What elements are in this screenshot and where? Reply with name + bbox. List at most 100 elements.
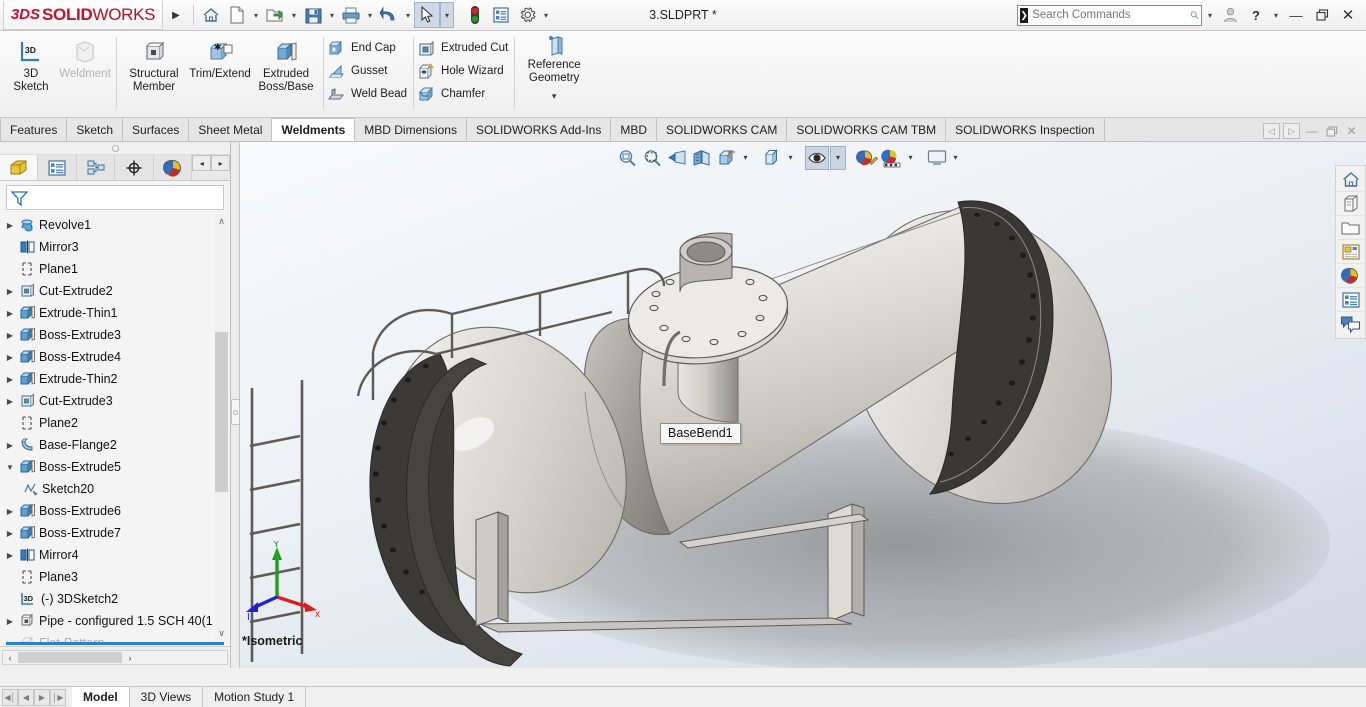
expand-arrow-icon[interactable]: ▶ xyxy=(4,331,16,340)
feature-tree[interactable]: ▶ Revolve1 Mirror3 Plane1 ▶ Cut-Extrude2… xyxy=(0,212,230,642)
expand-arrow-icon[interactable]: ▶ xyxy=(4,529,16,538)
options-button[interactable] xyxy=(514,2,540,28)
view-palette-button[interactable] xyxy=(1337,192,1364,216)
trim-extend-button[interactable]: ✱ Trim/Extend xyxy=(187,35,253,107)
3d-sketch-button[interactable]: 3D 3D Sketch xyxy=(4,35,58,107)
status-tab-3d-views[interactable]: 3D Views xyxy=(130,687,204,707)
weld-bead-button[interactable]: Weld Bead xyxy=(324,82,413,105)
scroll-down-arrow[interactable]: ∨ xyxy=(215,626,228,640)
select-caret[interactable]: ▾ xyxy=(441,11,453,20)
doc-next-button[interactable]: ▷ xyxy=(1283,123,1300,139)
display-manager-tab[interactable] xyxy=(153,155,193,180)
tree-item-boss-extrude7[interactable]: ▶ Boss-Extrude7 xyxy=(0,522,230,544)
expand-arrow-icon[interactable]: ▶ xyxy=(4,375,16,384)
custom-properties-button[interactable] xyxy=(1337,288,1364,312)
tree-item-plane1[interactable]: Plane1 xyxy=(0,258,230,280)
tree-item-mirror4[interactable]: ▶ Mirror4 xyxy=(0,544,230,566)
reference-geometry-button[interactable]: Reference Geometry ▾ xyxy=(515,31,593,102)
tree-item-3dsketch2[interactable]: 3D (-) 3DSketch2 xyxy=(0,588,230,610)
reference-geometry-dropdown[interactable]: ▾ xyxy=(552,91,557,102)
collapse-arrow-icon[interactable]: ▼ xyxy=(4,463,16,472)
view-orientation-button[interactable] xyxy=(715,146,739,170)
file-properties-button[interactable] xyxy=(488,2,514,28)
edit-appearance-button[interactable] xyxy=(855,146,879,170)
help-caret[interactable]: ▾ xyxy=(1270,11,1282,20)
hscroll-left-arrow[interactable]: ‹ xyxy=(3,653,17,663)
tab-solidworks-inspection[interactable]: SOLIDWORKS Inspection xyxy=(946,118,1105,141)
minimize-button[interactable]: — xyxy=(1284,3,1308,27)
view-settings-caret[interactable]: ▾ xyxy=(950,153,961,162)
scroll-thumb[interactable] xyxy=(215,332,228,492)
tree-item-pipe-configured[interactable]: ▶ Pipe - configured 1.5 SCH 40(1 xyxy=(0,610,230,632)
search-icon[interactable] xyxy=(1190,7,1199,23)
rebuild-button[interactable] xyxy=(462,2,488,28)
home-button[interactable] xyxy=(198,2,224,28)
tree-item-base-flange2[interactable]: ▶ Base-Flange2 xyxy=(0,434,230,456)
expand-arrow-icon[interactable]: ▶ xyxy=(4,551,16,560)
tree-item-plane3[interactable]: Plane3 xyxy=(0,566,230,588)
tab-solidworks-cam-tbm[interactable]: SOLIDWORKS CAM TBM xyxy=(787,118,947,141)
display-style-button[interactable] xyxy=(760,146,784,170)
tab-mbd[interactable]: MBD xyxy=(611,118,657,141)
search-commands-box[interactable]: ❯ xyxy=(1017,4,1202,26)
tree-vertical-scrollbar[interactable]: ∧ ∨ xyxy=(215,214,228,640)
undo-button[interactable] xyxy=(376,2,402,28)
doc-close-button[interactable]: ✕ xyxy=(1343,123,1360,139)
save-caret[interactable]: ▾ xyxy=(326,11,338,20)
search-input[interactable] xyxy=(1032,9,1187,21)
doc-prev-button[interactable]: ◁ xyxy=(1263,123,1280,139)
tab-solidworks-add-ins[interactable]: SOLIDWORKS Add-Ins xyxy=(466,118,612,141)
hscroll-thumb[interactable] xyxy=(18,652,122,663)
doc-minimize-button[interactable]: — xyxy=(1303,123,1320,139)
hscroll-right-arrow[interactable]: › xyxy=(123,653,137,663)
tree-item-boss-extrude6[interactable]: ▶ Boss-Extrude6 xyxy=(0,500,230,522)
expand-arrow-icon[interactable]: ▶ xyxy=(4,309,16,318)
extruded-boss-base-button[interactable]: Extruded Boss/Base xyxy=(253,35,319,107)
hide-show-items-button[interactable] xyxy=(805,145,829,170)
status-tab-model[interactable]: Model xyxy=(72,687,130,707)
extruded-cut-button[interactable]: Extruded Cut xyxy=(414,36,514,59)
panel-tabs-next[interactable]: ▸ xyxy=(211,155,230,171)
expand-arrow-icon[interactable]: ▶ xyxy=(4,397,16,406)
zoom-to-fit-button[interactable] xyxy=(615,146,639,170)
zoom-to-area-button[interactable] xyxy=(640,146,664,170)
tree-item-flat-pattern[interactable]: ▶ Flat-Pattern xyxy=(0,632,230,642)
nav-last-button[interactable]: │▶ xyxy=(50,688,66,706)
account-button[interactable] xyxy=(1218,3,1242,27)
tab-mbd-dimensions[interactable]: MBD Dimensions xyxy=(355,118,467,141)
gusset-button[interactable]: Gusset xyxy=(324,59,413,82)
scroll-up-arrow[interactable]: ∧ xyxy=(215,214,228,228)
structural-member-button[interactable]: Structural Member xyxy=(121,35,187,107)
display-style-caret[interactable]: ▾ xyxy=(785,153,796,162)
home-view-button[interactable] xyxy=(1337,168,1364,192)
tree-horizontal-scrollbar[interactable]: ‹ › xyxy=(2,650,228,665)
panel-collapse-grip[interactable] xyxy=(0,142,230,155)
tab-solidworks-cam[interactable]: SOLIDWORKS CAM xyxy=(657,118,788,141)
tab-sketch[interactable]: Sketch xyxy=(67,118,124,141)
appearances-button[interactable] xyxy=(1337,264,1364,288)
print-button[interactable] xyxy=(338,2,364,28)
tree-item-extrude-thin1[interactable]: ▶ Extrude-Thin1 xyxy=(0,302,230,324)
expand-arrow-icon[interactable]: ▶ xyxy=(4,617,16,626)
tab-weldments[interactable]: Weldments xyxy=(272,118,356,141)
status-tab-motion-study[interactable]: Motion Study 1 xyxy=(203,687,307,707)
solidworks-logo[interactable]: 3DS SOLIDWORKS xyxy=(3,0,163,30)
hide-show-items-caret-button[interactable]: ▾ xyxy=(830,145,846,170)
tree-item-mirror3[interactable]: Mirror3 xyxy=(0,236,230,258)
pressure-vessel-model[interactable] xyxy=(240,142,1366,668)
panel-tabs-prev[interactable]: ◂ xyxy=(192,155,212,171)
design-library-button[interactable] xyxy=(1337,240,1364,264)
doc-restore-button[interactable] xyxy=(1323,123,1340,139)
tree-item-extrude-thin2[interactable]: ▶ Extrude-Thin2 xyxy=(0,368,230,390)
apply-scene-button[interactable] xyxy=(880,146,904,170)
tree-item-boss-extrude4[interactable]: ▶ Boss-Extrude4 xyxy=(0,346,230,368)
tree-filter-bar[interactable] xyxy=(6,185,224,210)
menu-expand-arrow[interactable]: ▶ xyxy=(163,10,189,21)
expand-arrow-icon[interactable]: ▶ xyxy=(4,441,16,450)
expand-arrow-icon[interactable]: ▶ xyxy=(4,287,16,296)
hole-wizard-button[interactable]: Hole Wizard xyxy=(414,59,514,82)
options-caret[interactable]: ▾ xyxy=(540,11,552,20)
feature-manager-tab[interactable] xyxy=(0,155,39,180)
tree-item-revolve1[interactable]: ▶ Revolve1 xyxy=(0,214,230,236)
select-button[interactable] xyxy=(414,2,440,28)
